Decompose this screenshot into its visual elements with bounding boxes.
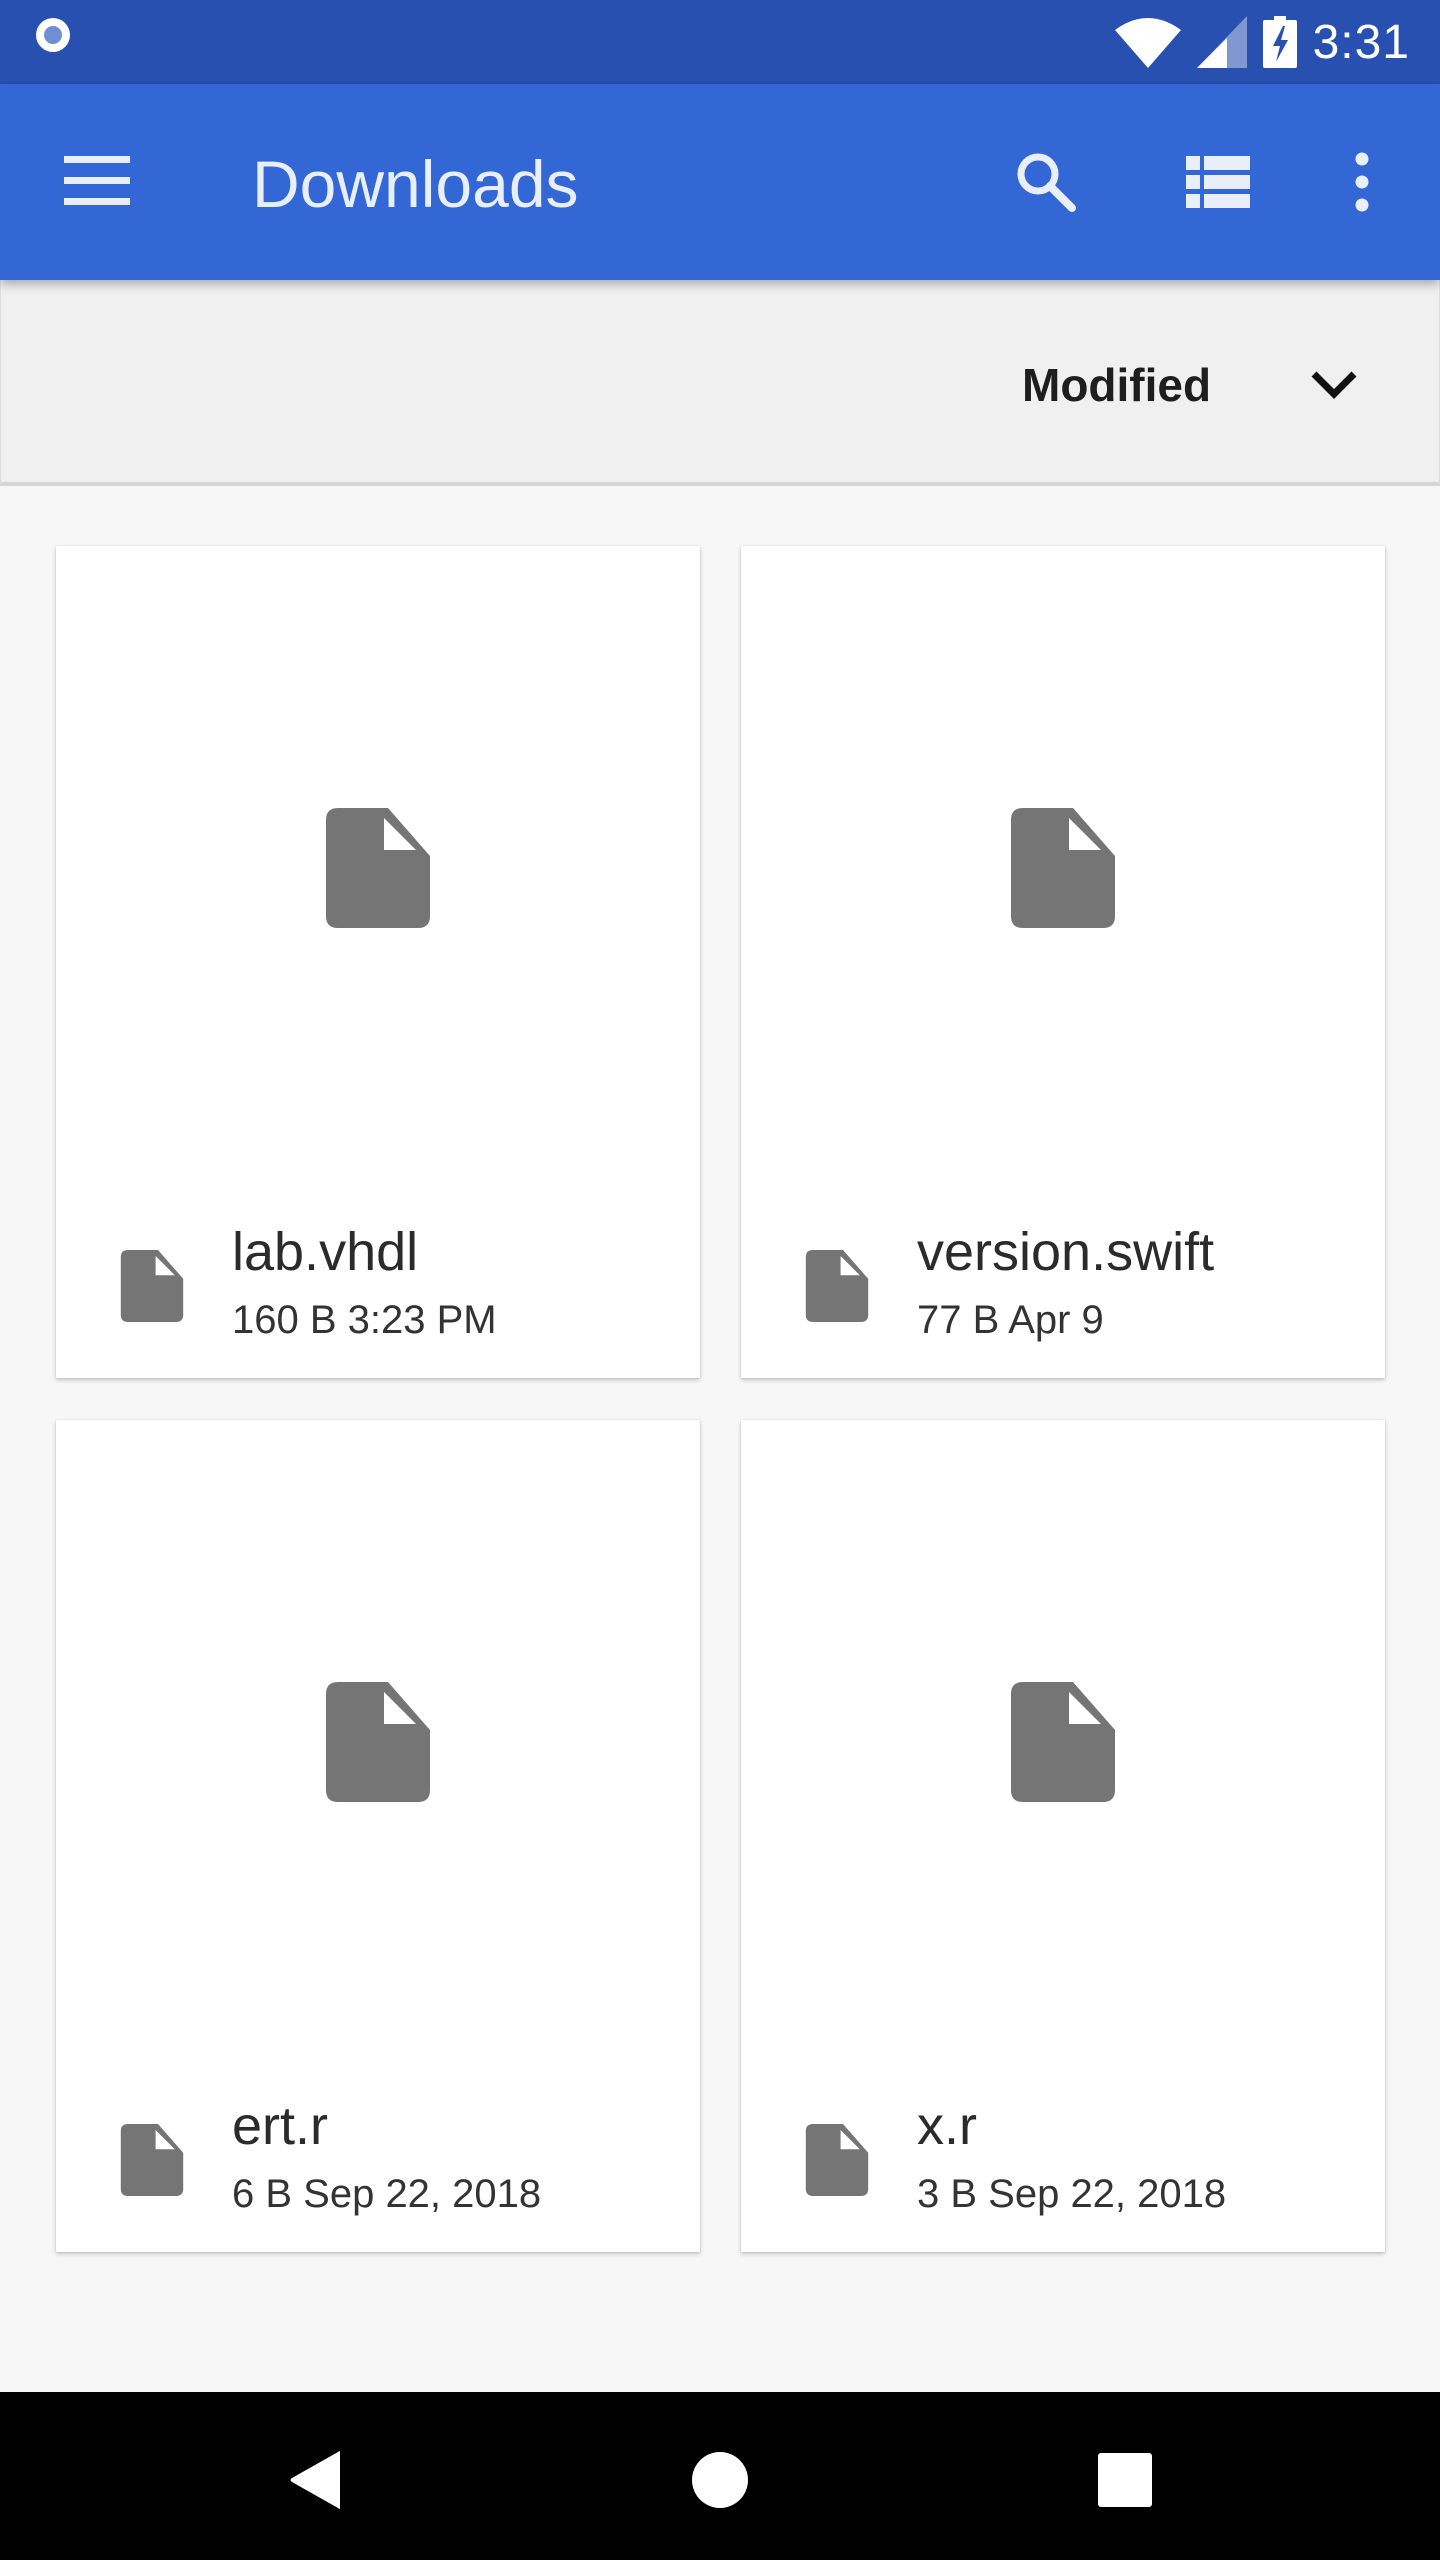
home-button[interactable] [670,2430,770,2530]
menu-icon [64,156,130,205]
status-icons: 3:31 [1114,12,1410,72]
sort-bar: Modified [0,280,1440,486]
recents-icon [1098,2453,1152,2507]
wifi-icon [1114,18,1181,68]
page-title: Downloads [252,147,579,221]
recents-button[interactable] [1075,2430,1175,2530]
battery-charging-icon [1262,16,1297,68]
menu-button[interactable] [64,156,130,206]
file-card-version-swift[interactable]: version.swift 77 B Apr 9 [741,546,1385,1378]
file-name: x.r [917,2096,977,2156]
system-nav-bar [0,2392,1440,2560]
file-thumbnail-icon [1011,808,1115,928]
file-type-icon [120,2124,184,2196]
file-type-icon [805,2124,869,2196]
list-view-icon [1186,156,1250,208]
file-type-icon [805,1250,869,1322]
status-time: 3:31 [1312,15,1410,69]
file-thumbnail-icon [1011,1682,1115,1802]
file-card-ert-r[interactable]: ert.r 6 B Sep 22, 2018 [56,1420,700,2252]
sort-dropdown-button[interactable] [1306,362,1362,406]
back-button[interactable] [266,2430,366,2530]
file-name: version.swift [917,1222,1215,1282]
chevron-down-icon [1311,371,1357,399]
cell-signal-icon [1196,16,1247,68]
sort-dropdown-label[interactable]: Modified [1022,358,1211,412]
file-type-icon [120,1250,184,1322]
search-icon [1017,153,1076,212]
file-meta: 6 B Sep 22, 2018 [232,2172,542,2216]
home-icon [692,2452,748,2508]
file-meta: 77 B Apr 9 [917,1298,1104,1342]
list-view-button[interactable] [1182,146,1254,218]
app-bar: Downloads [0,84,1440,280]
file-meta: 3 B Sep 22, 2018 [917,2172,1227,2216]
back-icon [290,2451,340,2509]
search-button[interactable] [1010,146,1082,218]
file-card-x-r[interactable]: x.r 3 B Sep 22, 2018 [741,1420,1385,2252]
file-thumbnail-icon [326,1682,430,1802]
file-meta: 160 B 3:23 PM [232,1298,497,1342]
file-name: lab.vhdl [232,1222,419,1282]
file-name: ert.r [232,2096,329,2156]
file-card-lab-vhdl[interactable]: lab.vhdl 160 B 3:23 PM [56,546,700,1378]
notification-dot-icon [36,18,70,52]
file-thumbnail-icon [326,808,430,928]
more-vert-icon [1355,152,1369,212]
status-bar: 3:31 [0,0,1440,84]
more-options-button[interactable] [1326,146,1398,218]
